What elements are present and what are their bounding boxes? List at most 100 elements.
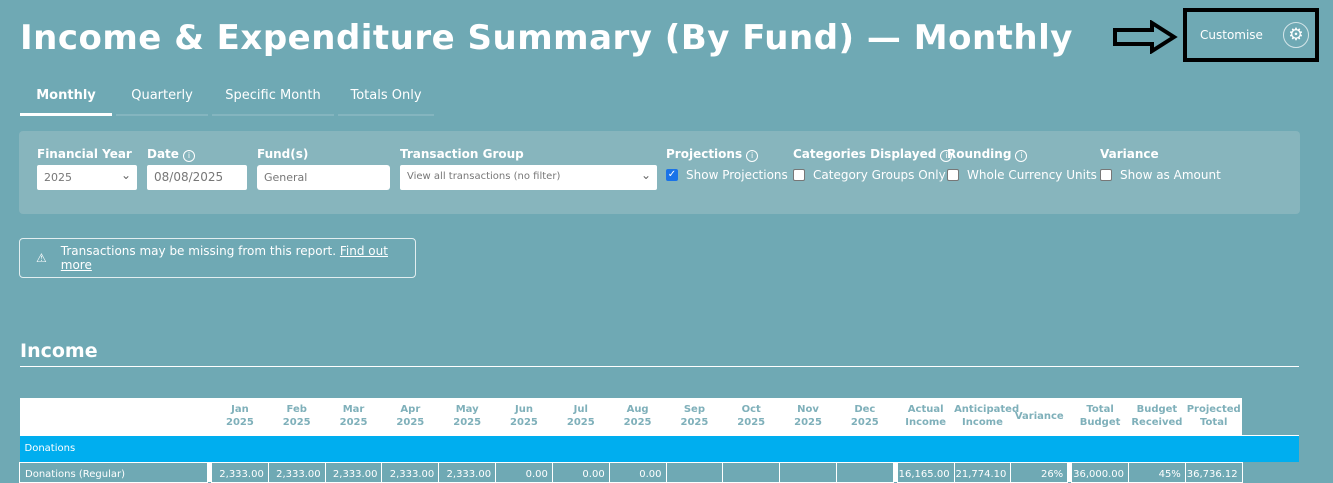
group-row: Donations (19, 434, 1299, 462)
checkbox-icon[interactable] (947, 169, 959, 181)
chevron-down-icon: ⌄ (120, 168, 131, 182)
whole-currency-label: Whole Currency Units (967, 168, 1097, 182)
total-cell: 26% (1010, 461, 1069, 483)
customise-label: Customise (1200, 28, 1263, 42)
checkbox-checked-icon[interactable]: ✓ (666, 169, 678, 181)
header-total: Actual Income (897, 398, 955, 435)
info-icon[interactable]: i (1015, 150, 1028, 162)
header-total: Anticipated Income (954, 398, 1019, 435)
transaction-group-value: View all transactions (no filter) (407, 171, 561, 182)
header-month-line1: Feb (286, 404, 307, 416)
budget-cell: 36,736.12 (1184, 461, 1243, 483)
tab-monthly[interactable]: Monthly (20, 88, 112, 116)
header-month-line1: Mar (342, 404, 365, 416)
month-cell: 2,333.00 (211, 461, 269, 483)
date-label: Date i (147, 147, 195, 162)
header-month-line1: Oct (741, 404, 761, 416)
projections-label-text: Projections (666, 147, 743, 161)
variance-label: Variance (1100, 147, 1159, 161)
financial-year-select[interactable]: 2025 ⌄ (37, 165, 137, 190)
header-total: Variance (1010, 398, 1068, 435)
total-cell: 21,774.10 (953, 461, 1012, 483)
month-cell: 0.00 (608, 461, 667, 483)
filter-panel: Financial Year 2025 ⌄ Date i 08/08/2025 Fu… (19, 131, 1300, 214)
date-label-text: Date (147, 147, 179, 161)
header-month-line1: Jul (573, 404, 588, 416)
header-budget-line1: Projected (1186, 404, 1241, 416)
page-title: Income & Expenditure Summary (By Fund) —… (20, 18, 1073, 58)
header-budget-line2: Total (1200, 417, 1228, 429)
header-month-line1: Jun (514, 404, 533, 416)
tab-quarterly[interactable]: Quarterly (116, 88, 208, 116)
funds-input[interactable]: General (257, 165, 390, 190)
header-month-line2: 2025 (282, 417, 311, 429)
table-header-row: Jan 2025 Feb 2025 Mar 2025 Apr 2025 May 2025 Jun 20… (19, 398, 1300, 435)
checkbox-icon[interactable] (1100, 169, 1112, 181)
month-cell: 2,333.00 (438, 461, 497, 483)
header-month-line2: 2025 (680, 417, 709, 429)
header-month-line2: 2025 (737, 417, 766, 429)
header-month-line2: 2025 (339, 417, 368, 429)
month-cell (665, 461, 724, 483)
total-cell: 16,165.00 (896, 461, 955, 483)
show-as-amount-checkbox[interactable]: Show as Amount (1100, 168, 1221, 182)
customise-button[interactable]: Customise ⚙ (1183, 8, 1319, 62)
header-budget-line2: Budget (1079, 417, 1121, 429)
header-month-line1: Jan (231, 404, 249, 416)
warning-icon: ⚠ (36, 251, 47, 265)
header-budget-line1: Budget (1136, 404, 1178, 416)
header-budget-line1: Total (1086, 404, 1114, 416)
warning-message: Transactions may be missing from this re… (60, 244, 337, 258)
row-label: Donations (Regular) (19, 461, 208, 483)
month-cell: 2,333.00 (324, 461, 383, 483)
header-month: Feb 2025 (268, 398, 326, 435)
whole-currency-checkbox[interactable]: Whole Currency Units (947, 168, 1097, 182)
header-month-line2: 2025 (623, 417, 652, 429)
month-cell: 0.00 (551, 461, 610, 483)
header-month: May 2025 (438, 398, 496, 435)
tab-totals-only[interactable]: Totals Only (338, 88, 434, 116)
show-as-amount-label: Show as Amount (1120, 168, 1221, 182)
header-month-line2: 2025 (396, 417, 425, 429)
header-label (19, 398, 208, 435)
checkbox-icon[interactable] (793, 169, 805, 181)
warning-text: Transactions may be missing from this re… (61, 244, 415, 272)
header-total-line2: Income (962, 417, 1003, 429)
show-projections-label: Show Projections (686, 168, 788, 182)
header-month: Jan 2025 (211, 398, 269, 435)
header-month: Sep 2025 (666, 398, 723, 435)
month-cell (722, 461, 781, 483)
transaction-group-select[interactable]: View all transactions (no filter) ⌄ (400, 165, 657, 190)
header-month: Apr 2025 (381, 398, 439, 435)
budget-cell: 36,000.00 (1071, 461, 1129, 483)
table-row: Donations (Regular) 2,333.00 2,333.00 2,333… (19, 461, 1300, 483)
date-input[interactable]: 08/08/2025 (147, 165, 247, 190)
header-month: Nov 2025 (779, 398, 837, 435)
header-budget: Projected Total (1185, 398, 1243, 435)
info-icon[interactable]: i (746, 150, 759, 162)
header-month-line1: Nov (797, 404, 819, 416)
arrow-right-icon (1113, 20, 1178, 54)
info-icon[interactable]: i (182, 150, 195, 162)
show-projections-checkbox[interactable]: ✓ Show Projections (666, 168, 788, 182)
header-month-line2: 2025 (850, 417, 879, 429)
header-total-line1: Actual (907, 404, 944, 416)
header-total-line1: Anticipated (954, 404, 1020, 416)
gear-icon: ⚙ (1283, 22, 1309, 48)
header-total-line2: Income (905, 417, 947, 429)
header-month: Aug 2025 (609, 398, 666, 435)
header-month-line1: Apr (400, 404, 421, 416)
header-month: Jul 2025 (552, 398, 610, 435)
projections-label: Projections i (666, 147, 759, 162)
month-cell: 2,333.00 (381, 461, 440, 483)
warning-banner: ⚠ Transactions may be missing from this … (19, 238, 416, 278)
rounding-label-text: Rounding (947, 147, 1012, 161)
financial-year-label: Financial Year (37, 147, 132, 161)
header-budget-line2: Received (1131, 417, 1183, 429)
category-groups-checkbox[interactable]: Category Groups Only (793, 168, 946, 182)
header-month-line2: 2025 (566, 417, 595, 429)
header-month-line2: 2025 (225, 417, 254, 429)
header-month-line1: Aug (626, 404, 649, 416)
chevron-down-icon: ⌄ (640, 168, 651, 182)
tab-specific-month[interactable]: Specific Month (212, 88, 334, 116)
